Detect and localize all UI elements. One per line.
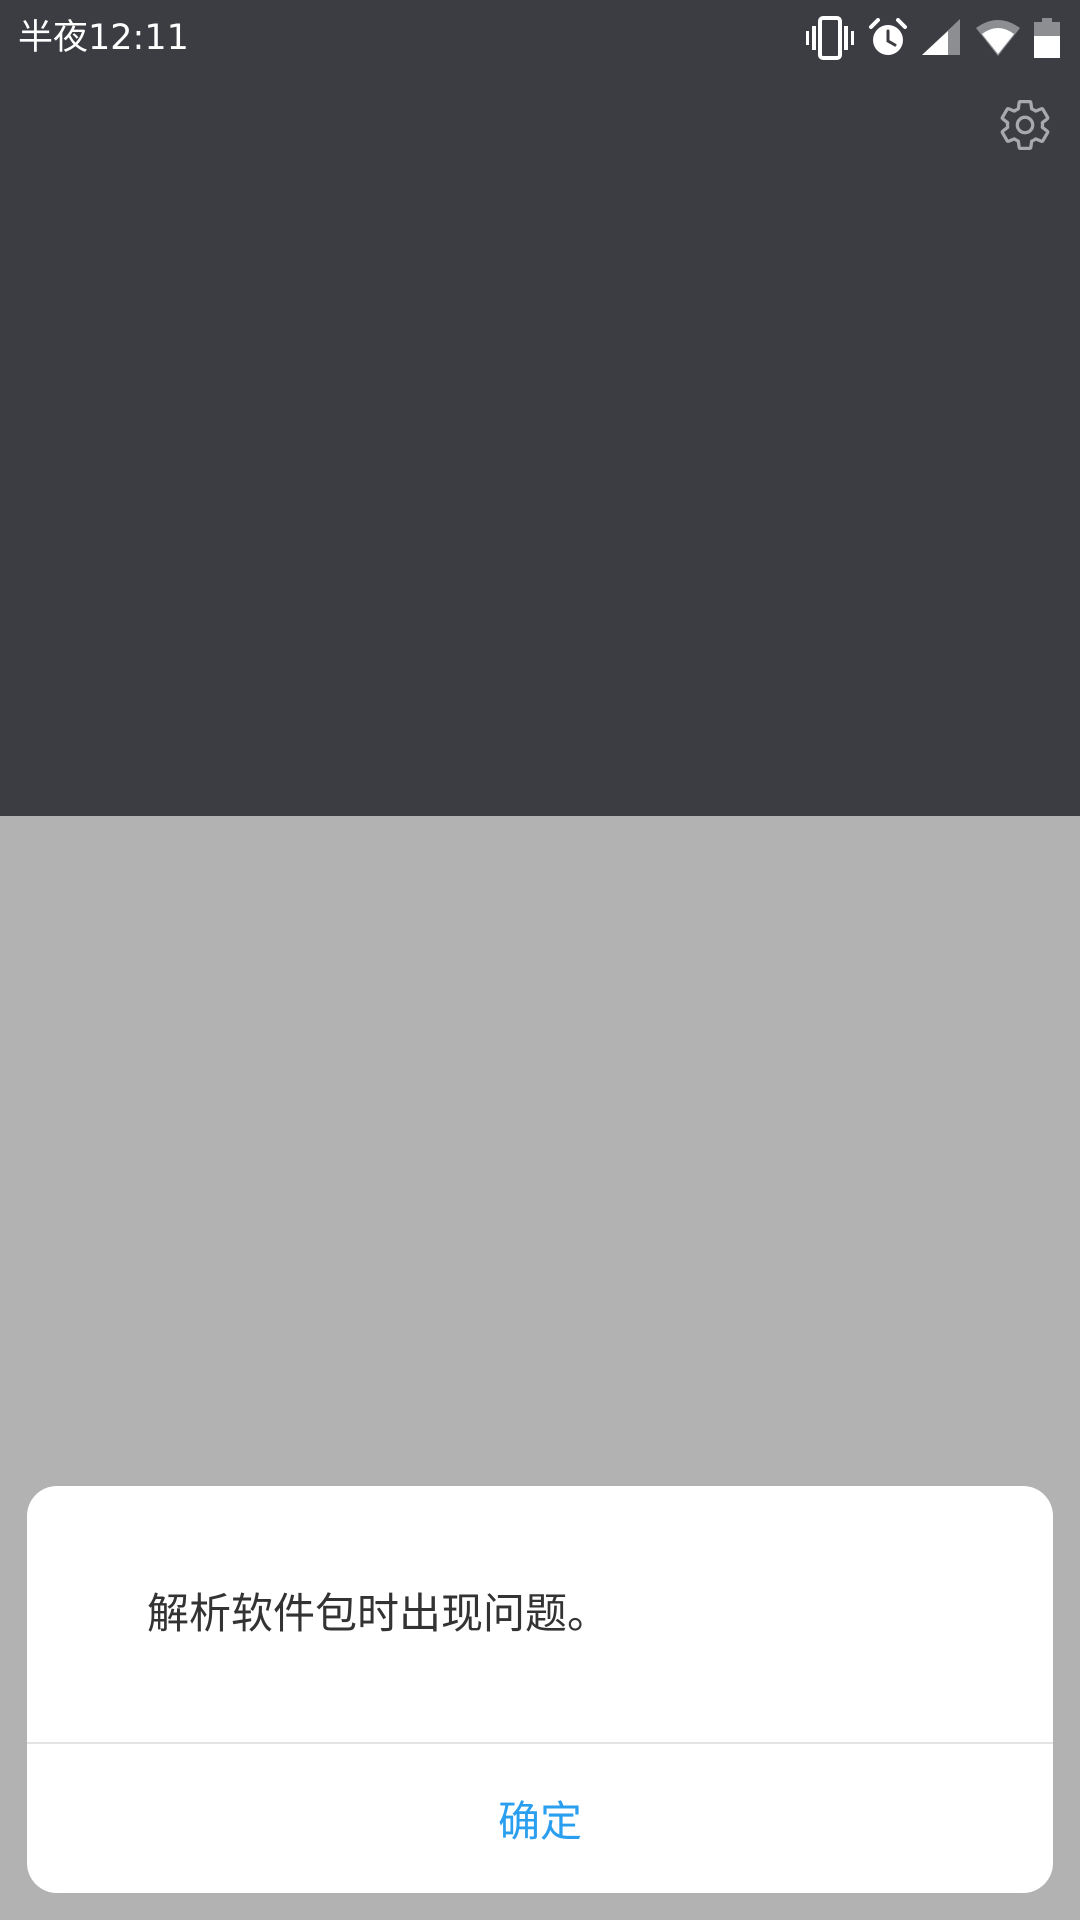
gear-icon — [997, 97, 1053, 157]
cell-signal-icon — [922, 19, 962, 57]
vibrate-icon — [806, 16, 854, 60]
battery-icon — [1034, 18, 1060, 58]
error-dialog: 解析软件包时出现问题。 确定 — [27, 1486, 1053, 1893]
settings-button[interactable] — [994, 96, 1056, 158]
status-icons — [806, 14, 1060, 62]
dialog-message: 解析软件包时出现问题。 — [147, 1589, 610, 1638]
alarm-icon — [868, 18, 908, 58]
status-bar: 半夜12:11 — [0, 0, 1080, 76]
wifi-icon — [976, 20, 1020, 56]
app-header-area: 半夜12:11 — [0, 0, 1080, 816]
screen: 半夜12:11 解析软件包时出现问题。 确定 — [0, 0, 1080, 1920]
confirm-button[interactable]: 确定 — [27, 1744, 1053, 1893]
status-time: 半夜12:11 — [18, 18, 189, 58]
